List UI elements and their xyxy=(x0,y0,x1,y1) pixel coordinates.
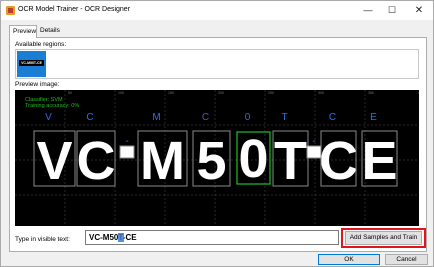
predicted-character-label: C xyxy=(329,112,336,123)
predicted-character-label: C xyxy=(86,112,93,123)
character-glyph: 0 xyxy=(238,129,268,189)
ok-button[interactable]: OK xyxy=(318,254,380,265)
grid-label: 200 xyxy=(218,91,224,95)
available-regions-label: Available regions: xyxy=(15,41,67,48)
predicted-character-label: V xyxy=(45,112,52,123)
predicted-character-label: - xyxy=(125,136,128,147)
grid-label: 350 xyxy=(368,91,374,95)
visible-text-label: Type in visible text: xyxy=(15,236,70,243)
preview-canvas: 50100150200250300350400Classifier: SVMTr… xyxy=(15,90,419,226)
ocr-model-trainer-window: OCR Model Trainer - OCR Designer — ☐ ✕ P… xyxy=(0,0,434,267)
region-thumbnail-text: VC-M50T-CE xyxy=(19,60,44,66)
character-glyph: E xyxy=(361,131,397,191)
add-samples-and-train-button[interactable]: Add Samples and Train xyxy=(345,231,422,245)
predicted-character-label: T xyxy=(281,112,287,123)
region-thumbnail[interactable]: VC-M50T-CE xyxy=(17,51,46,77)
grid-label: 300 xyxy=(318,91,324,95)
character-glyph: C xyxy=(319,131,358,191)
predicted-character-label: C xyxy=(202,112,209,123)
window-title: OCR Model Trainer - OCR Designer xyxy=(18,6,131,13)
character-glyph: V xyxy=(36,131,72,191)
classifier-info-text: Training accuracy: 0% xyxy=(25,103,79,109)
character-glyph: 5 xyxy=(196,131,226,191)
grid-label: 250 xyxy=(268,91,274,95)
grid-label: 100 xyxy=(118,91,124,95)
grid-label: 50 xyxy=(68,91,72,95)
character-glyph: C xyxy=(77,131,116,191)
grid-label: 150 xyxy=(168,91,174,95)
maximize-button[interactable]: ☐ xyxy=(381,1,403,20)
regions-list[interactable] xyxy=(15,49,419,79)
cancel-button[interactable]: Cancel xyxy=(385,254,428,265)
character-glyph: T xyxy=(274,131,307,191)
predicted-character-label: - xyxy=(312,136,315,147)
character-glyph: M xyxy=(140,131,185,191)
preview-image-label: Preview image: xyxy=(15,81,60,88)
text-selection-highlight xyxy=(118,233,124,242)
character-glyph xyxy=(120,146,134,158)
close-button[interactable]: ✕ xyxy=(408,1,430,20)
tab-details[interactable]: Details xyxy=(37,25,67,37)
predicted-character-label: 0 xyxy=(245,112,251,123)
minimize-button[interactable]: — xyxy=(357,1,379,20)
grid-label: 400 xyxy=(418,91,419,95)
preview-image[interactable]: 50100150200250300350400Classifier: SVMTr… xyxy=(15,90,419,226)
title-bar[interactable]: OCR Model Trainer - OCR Designer — ☐ ✕ xyxy=(1,1,433,20)
app-icon xyxy=(6,6,15,15)
predicted-character-label: E xyxy=(370,112,377,123)
predicted-character-label: M xyxy=(152,112,160,123)
tab-preview[interactable]: Preview xyxy=(9,25,37,38)
